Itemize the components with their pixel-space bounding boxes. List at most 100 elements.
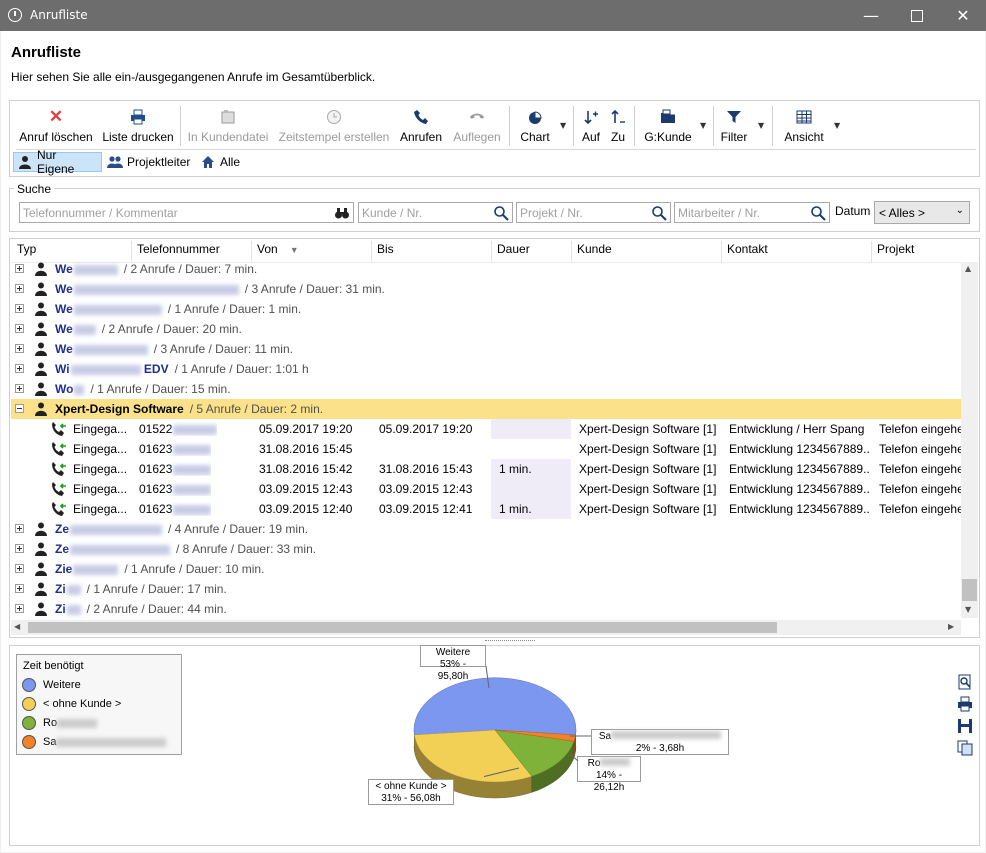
- minimize-button[interactable]: —: [848, 0, 894, 31]
- expand-icon[interactable]: [15, 364, 24, 373]
- filter-own[interactable]: Nur Eigene: [13, 148, 102, 176]
- group-meta: / 2 Anrufe / Dauer: 44 min.: [86, 602, 227, 616]
- column-header-to[interactable]: Bis: [377, 242, 394, 256]
- collapse-icon[interactable]: [15, 404, 24, 413]
- column-header-phone[interactable]: Telefonnummer: [137, 242, 220, 256]
- page-title: Anrufliste: [11, 44, 82, 61]
- scroll-up-icon[interactable]: ▲: [965, 264, 971, 273]
- copy-icon[interactable]: [957, 740, 973, 756]
- group-row[interactable]: Zi / 2 Anrufe / Dauer: 44 min.: [11, 599, 961, 619]
- call-type: Eingega...: [73, 502, 128, 516]
- sort-ascending-button[interactable]: Auf: [578, 104, 604, 148]
- expand-icon[interactable]: [15, 524, 24, 533]
- expand-icon[interactable]: [15, 324, 24, 333]
- filter-project-lead[interactable]: Projektleiter: [103, 152, 195, 172]
- splitter-grip[interactable]: [485, 640, 535, 644]
- chart-dropdown-icon[interactable]: ▼: [560, 121, 566, 130]
- call-project: Telefon eingehe: [879, 462, 961, 476]
- column-header-type[interactable]: Typ: [17, 242, 36, 256]
- scroll-left-icon[interactable]: ◀: [14, 622, 20, 631]
- sort-descending-button[interactable]: Zu: [606, 104, 630, 148]
- table-row[interactable]: Eingega... 01623 03.09.2015 12:43 03.09.…: [11, 479, 961, 499]
- print-preview-icon[interactable]: [957, 674, 973, 690]
- expand-icon[interactable]: [15, 544, 24, 553]
- table-row[interactable]: Eingega... 01623 31.08.2016 15:42 31.08.…: [11, 459, 961, 479]
- expanded-group-row[interactable]: Xpert-Design Software / 5 Anrufe / Dauer:…: [11, 399, 961, 419]
- group-meta: / 2 Anrufe / Dauer: 20 min.: [101, 322, 242, 336]
- customer-file-button[interactable]: In Kundendatei: [184, 104, 272, 148]
- column-header-duration[interactable]: Dauer: [497, 242, 530, 256]
- group-row[interactable]: We / 3 Anrufe / Dauer: 11 min.: [11, 339, 961, 359]
- group-row[interactable]: Wi EDV / 1 Anrufe / Dauer: 1:01 h: [11, 359, 961, 379]
- table-row[interactable]: Eingega... 01522 05.09.2017 19:20 05.09.…: [11, 419, 961, 439]
- call-button[interactable]: Anrufen: [396, 104, 446, 148]
- group-row[interactable]: We / 1 Anrufe / Dauer: 1 min.: [11, 299, 961, 319]
- employee-search-input[interactable]: Mitarbeiter / Nr.: [674, 202, 830, 223]
- table-row[interactable]: Eingega... 01623 03.09.2015 12:40 03.09.…: [11, 499, 961, 519]
- call-customer: Xpert-Design Software [1]: [579, 502, 717, 516]
- view-dropdown-icon[interactable]: ▼: [834, 121, 840, 130]
- group-customer-button[interactable]: G:Kunde: [640, 104, 696, 148]
- view-button[interactable]: Ansicht: [780, 104, 828, 148]
- group-row[interactable]: Zie / 1 Anrufe / Dauer: 10 min.: [11, 559, 961, 579]
- expand-icon[interactable]: [15, 384, 24, 393]
- group-name: Zi: [55, 582, 66, 596]
- expand-icon[interactable]: [15, 564, 24, 573]
- table-row[interactable]: Eingega... 01623 31.08.2016 15:45 Xpert-…: [11, 439, 961, 459]
- group-row[interactable]: Ze / 4 Anrufe / Dauer: 19 min.: [11, 519, 961, 539]
- delete-call-button[interactable]: ✕ Anruf löschen: [16, 104, 96, 148]
- customer-search-input[interactable]: Kunde / Nr.: [358, 202, 513, 223]
- sort-ascending-icon: [583, 109, 599, 125]
- printer-icon: [130, 109, 146, 125]
- group-row[interactable]: We / 3 Anrufe / Dauer: 31 min.: [11, 279, 961, 299]
- phone-search-input[interactable]: Telefonnummer / Kommentar: [19, 202, 354, 223]
- project-search-input[interactable]: Projekt / Nr.: [516, 202, 671, 223]
- person-icon: [18, 156, 31, 169]
- group-row[interactable]: We / 2 Anrufe / Dauer: 7 min.: [11, 259, 961, 279]
- person-icon: [35, 562, 47, 576]
- title-bar: Anrufliste — ✕: [0, 0, 986, 31]
- filter-dropdown-icon[interactable]: ▼: [758, 121, 764, 130]
- call-phone: 01623: [139, 502, 173, 516]
- toolbar-separator: [713, 106, 714, 146]
- expand-icon[interactable]: [15, 604, 24, 613]
- filter-all[interactable]: Alle: [197, 152, 247, 172]
- chart-button[interactable]: Chart: [515, 104, 555, 148]
- call-contact: Entwicklung / Herr Spang: [729, 422, 865, 436]
- pie-label: Sa 2% - 3,68h: [591, 729, 729, 755]
- group-row[interactable]: Wo / 1 Anrufe / Dauer: 15 min.: [11, 379, 961, 399]
- group-row[interactable]: Ze / 8 Anrufe / Dauer: 33 min.: [11, 539, 961, 559]
- person-icon: [35, 602, 47, 616]
- toolbar-separator: [180, 106, 181, 146]
- scroll-right-icon[interactable]: ▶: [948, 622, 954, 631]
- horizontal-scroll-thumb[interactable]: [28, 622, 777, 633]
- filter-button[interactable]: Filter: [718, 104, 750, 148]
- group-row[interactable]: We / 2 Anrufe / Dauer: 20 min.: [11, 319, 961, 339]
- vertical-scrollbar[interactable]: ▲ ▼: [961, 262, 978, 618]
- column-header-contact[interactable]: Kontakt: [727, 242, 768, 256]
- group-dropdown-icon[interactable]: ▼: [700, 121, 706, 130]
- column-header-from[interactable]: Von ▼: [257, 242, 299, 256]
- column-header-customer[interactable]: Kunde: [577, 242, 612, 256]
- maximize-button[interactable]: [894, 0, 940, 31]
- vertical-scroll-thumb[interactable]: [962, 579, 977, 601]
- close-button[interactable]: ✕: [940, 0, 986, 31]
- create-timestamp-button[interactable]: Zeitstempel erstellen: [276, 104, 392, 148]
- printer-icon[interactable]: [957, 696, 973, 712]
- column-header-project[interactable]: Projekt: [877, 242, 914, 256]
- hangup-icon: [469, 109, 485, 125]
- save-icon[interactable]: [957, 718, 973, 734]
- expand-icon[interactable]: [15, 284, 24, 293]
- expand-icon[interactable]: [15, 264, 24, 273]
- date-select[interactable]: < Alles > ⌄: [874, 201, 970, 224]
- scroll-down-icon[interactable]: ▼: [965, 605, 971, 614]
- call-customer: Xpert-Design Software [1]: [579, 442, 717, 456]
- horizontal-scrollbar[interactable]: ◀ ▶: [11, 620, 961, 635]
- expand-icon[interactable]: [15, 344, 24, 353]
- group-row[interactable]: Zi / 1 Anrufe / Dauer: 17 min.: [11, 579, 961, 599]
- expand-icon[interactable]: [15, 304, 24, 313]
- group-name: We: [55, 282, 73, 296]
- hangup-button[interactable]: Auflegen: [450, 104, 504, 148]
- expand-icon[interactable]: [15, 584, 24, 593]
- print-list-button[interactable]: Liste drucken: [100, 104, 176, 148]
